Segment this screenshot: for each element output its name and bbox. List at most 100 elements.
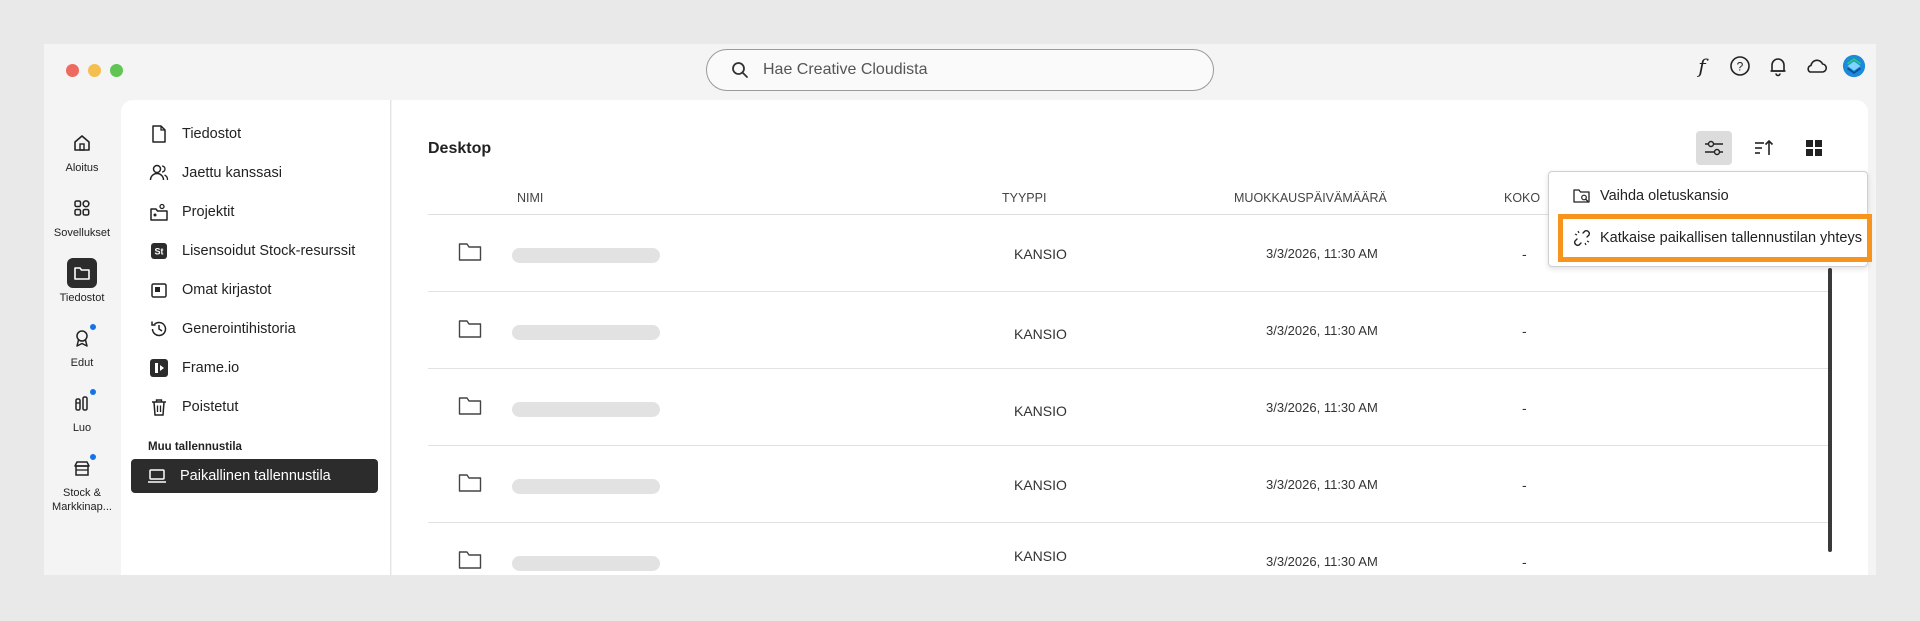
projects-icon <box>149 202 169 222</box>
nav-item-frameio[interactable]: Frame.io <box>121 348 390 387</box>
grid-view-button[interactable] <box>1796 131 1832 165</box>
home-icon <box>67 128 97 158</box>
column-header-type[interactable]: TYYPPI <box>1002 191 1046 205</box>
search-bar[interactable] <box>706 49 1214 91</box>
creative-cloud-logo[interactable] <box>1842 54 1866 78</box>
maximize-window-button[interactable] <box>110 64 123 77</box>
sliders-icon <box>1705 140 1723 156</box>
folder-icon <box>67 258 97 288</box>
row-date: 3/3/2026, 11:30 AM <box>1266 246 1378 261</box>
close-window-button[interactable] <box>66 64 79 77</box>
row-size: - <box>1522 554 1527 570</box>
nav-item-label: Frame.io <box>182 359 240 376</box>
rail-item-apps[interactable]: Sovellukset <box>44 189 120 254</box>
rail-item-create[interactable]: Luo <box>44 384 120 449</box>
folder-icon <box>458 551 482 569</box>
nav-item-libraries[interactable]: Omat kirjastot <box>121 270 390 309</box>
cloud-icon[interactable] <box>1804 54 1828 78</box>
row-type: KANSIO <box>1014 477 1067 493</box>
table-row[interactable]: KANSIO 3/3/2026, 11:30 AM - <box>428 370 1828 446</box>
svg-text:St: St <box>155 246 164 256</box>
row-type: KANSIO <box>1014 326 1067 342</box>
menu-item-change-default-folder[interactable]: Vaihda oletuskansio <box>1549 187 1729 205</box>
nav-item-label: Omat kirjastot <box>182 281 272 298</box>
nav-item-projects[interactable]: Projektit <box>121 192 390 231</box>
sort-button[interactable] <box>1746 131 1782 165</box>
stock-icon: St <box>149 241 169 261</box>
window-controls <box>66 64 123 77</box>
rail-item-stock-marketplace[interactable]: Stock & Markkinap... <box>44 449 120 514</box>
rail-item-files[interactable]: Tiedostot <box>44 254 120 319</box>
nav-item-deleted[interactable]: Poistetut <box>121 387 390 426</box>
help-icon[interactable]: ? <box>1728 54 1752 78</box>
name-placeholder <box>512 556 660 571</box>
folder-icon <box>458 474 482 492</box>
folder-icon <box>458 243 482 261</box>
column-header-size[interactable]: KOKO <box>1504 191 1540 205</box>
library-icon <box>149 280 169 300</box>
nav-item-generation-history[interactable]: Generointihistoria <box>121 309 390 348</box>
nav-item-label: Generointihistoria <box>182 320 296 337</box>
nav-item-local-storage[interactable]: Paikallinen tallennustila <box>131 459 378 493</box>
frameio-icon <box>149 358 169 378</box>
rail-label: Sovellukset <box>53 227 111 239</box>
top-right-icons: f ? <box>1690 54 1866 78</box>
column-header-modified[interactable]: MUOKKAUSPÄIVÄMÄÄRÄ <box>1234 191 1387 205</box>
nav-item-label: Lisensoidut Stock-resurssit <box>182 242 356 259</box>
sort-icon <box>1755 139 1774 155</box>
shared-icon <box>149 163 169 183</box>
notification-badge <box>89 388 97 396</box>
bell-icon[interactable] <box>1766 54 1790 78</box>
history-icon <box>149 319 169 339</box>
create-icon <box>67 388 97 418</box>
files-nav-panel: Tiedostot Jaettu kanssasi Projektit St L… <box>121 100 391 575</box>
scrollbar[interactable] <box>1828 268 1832 552</box>
name-placeholder <box>512 248 660 263</box>
menu-item-label: Vaihda oletuskansio <box>1600 188 1729 204</box>
column-header-name[interactable]: NIMI <box>517 191 543 205</box>
trash-icon <box>149 397 169 417</box>
nav-item-label: Poistetut <box>182 398 239 415</box>
nav-item-label: Projektit <box>182 203 235 220</box>
app-window: f ? Aloitus Sovellukset <box>44 44 1876 575</box>
row-size: - <box>1522 477 1527 493</box>
highlight-box <box>1558 214 1872 262</box>
name-placeholder <box>512 479 660 494</box>
nav-item-label: Jaettu kanssasi <box>182 164 282 181</box>
table-row[interactable]: KANSIO 3/3/2026, 11:30 AM - <box>428 524 1828 575</box>
minimize-window-button[interactable] <box>88 64 101 77</box>
folder-search-icon <box>1573 187 1591 205</box>
row-date: 3/3/2026, 11:30 AM <box>1266 554 1378 569</box>
rail-item-benefits[interactable]: Edut <box>44 319 120 384</box>
rail-label: Luo <box>72 422 92 434</box>
folder-icon <box>458 397 482 415</box>
award-icon <box>67 323 97 353</box>
nav-item-files[interactable]: Tiedostot <box>121 114 390 153</box>
svg-text:?: ? <box>1737 60 1744 74</box>
nav-item-shared[interactable]: Jaettu kanssasi <box>121 153 390 192</box>
search-input[interactable] <box>763 61 1163 79</box>
rail-label: Stock & Markkinap... <box>52 487 112 513</box>
name-placeholder <box>512 402 660 417</box>
rail-label: Edut <box>70 357 94 369</box>
laptop-icon <box>147 466 167 486</box>
rail-item-home[interactable]: Aloitus <box>44 124 120 189</box>
row-type: KANSIO <box>1014 246 1067 262</box>
notification-badge <box>89 453 97 461</box>
nav-item-licensed-stock[interactable]: St Lisensoidut Stock-resurssit <box>121 231 390 270</box>
row-size: - <box>1522 246 1527 262</box>
filter-settings-button[interactable] <box>1696 131 1732 165</box>
rail-label: Tiedostot <box>59 292 105 304</box>
grid-icon <box>1806 140 1822 156</box>
app-rail: Aloitus Sovellukset Tiedostot Edut Luo S… <box>44 124 120 514</box>
row-size: - <box>1522 400 1527 416</box>
view-toolbar <box>1696 131 1832 165</box>
table-row[interactable]: KANSIO 3/3/2026, 11:30 AM - <box>428 293 1828 369</box>
nav-item-label: Tiedostot <box>182 125 242 142</box>
notification-badge <box>89 323 97 331</box>
font-icon[interactable]: f <box>1690 54 1714 78</box>
table-row[interactable]: KANSIO 3/3/2026, 11:30 AM - <box>428 447 1828 523</box>
apps-icon <box>67 193 97 223</box>
marketplace-icon <box>67 453 97 483</box>
row-type: KANSIO <box>1014 548 1067 564</box>
